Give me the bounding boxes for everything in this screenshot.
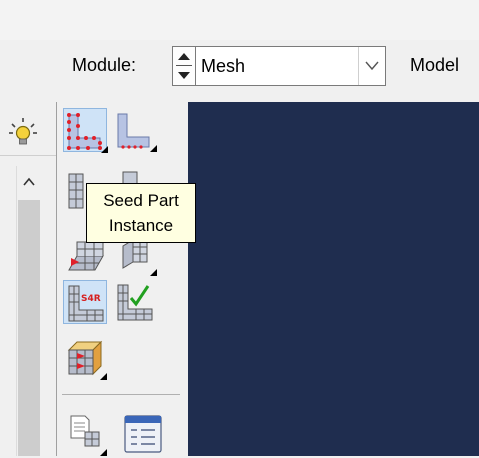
toolbox-divider [62,394,180,395]
window-top-strip [0,0,479,40]
lightbulb-icon[interactable] [8,116,38,150]
create-mesh-part-icon[interactable] [63,336,107,380]
chevron-down-icon [365,61,379,71]
stepper-up-icon[interactable] [178,53,190,60]
chevron-up-icon [23,177,35,186]
module-value: Mesh [201,56,246,76]
module-stepper[interactable] [172,46,196,86]
tooltip-line-1: Seed Part [103,191,179,210]
mesh-toolbox [57,102,188,456]
scroll-up-button[interactable] [16,168,42,196]
graphics-viewport[interactable] [188,102,479,456]
panel-separator [0,155,56,156]
table-icon[interactable] [123,414,167,458]
seed-edges-icon[interactable] [113,108,157,152]
tooltip: Seed Part Instance [86,183,196,243]
svg-text:S4R: S4R [81,294,101,304]
element-type-icon[interactable]: S4R [63,280,107,324]
scroll-thumb[interactable] [18,200,40,456]
stepper-divider [176,65,192,66]
query-icon[interactable] [63,410,107,456]
seed-part-instance-icon[interactable] [63,108,108,153]
module-combobox[interactable]: Mesh [196,46,386,86]
module-dropdown-button[interactable] [358,47,385,85]
tooltip-line-2: Instance [108,216,174,235]
stepper-down-icon[interactable] [178,72,190,79]
module-label: Module: [72,55,137,75]
verify-mesh-icon[interactable] [113,280,157,324]
model-label: Model [410,55,460,75]
